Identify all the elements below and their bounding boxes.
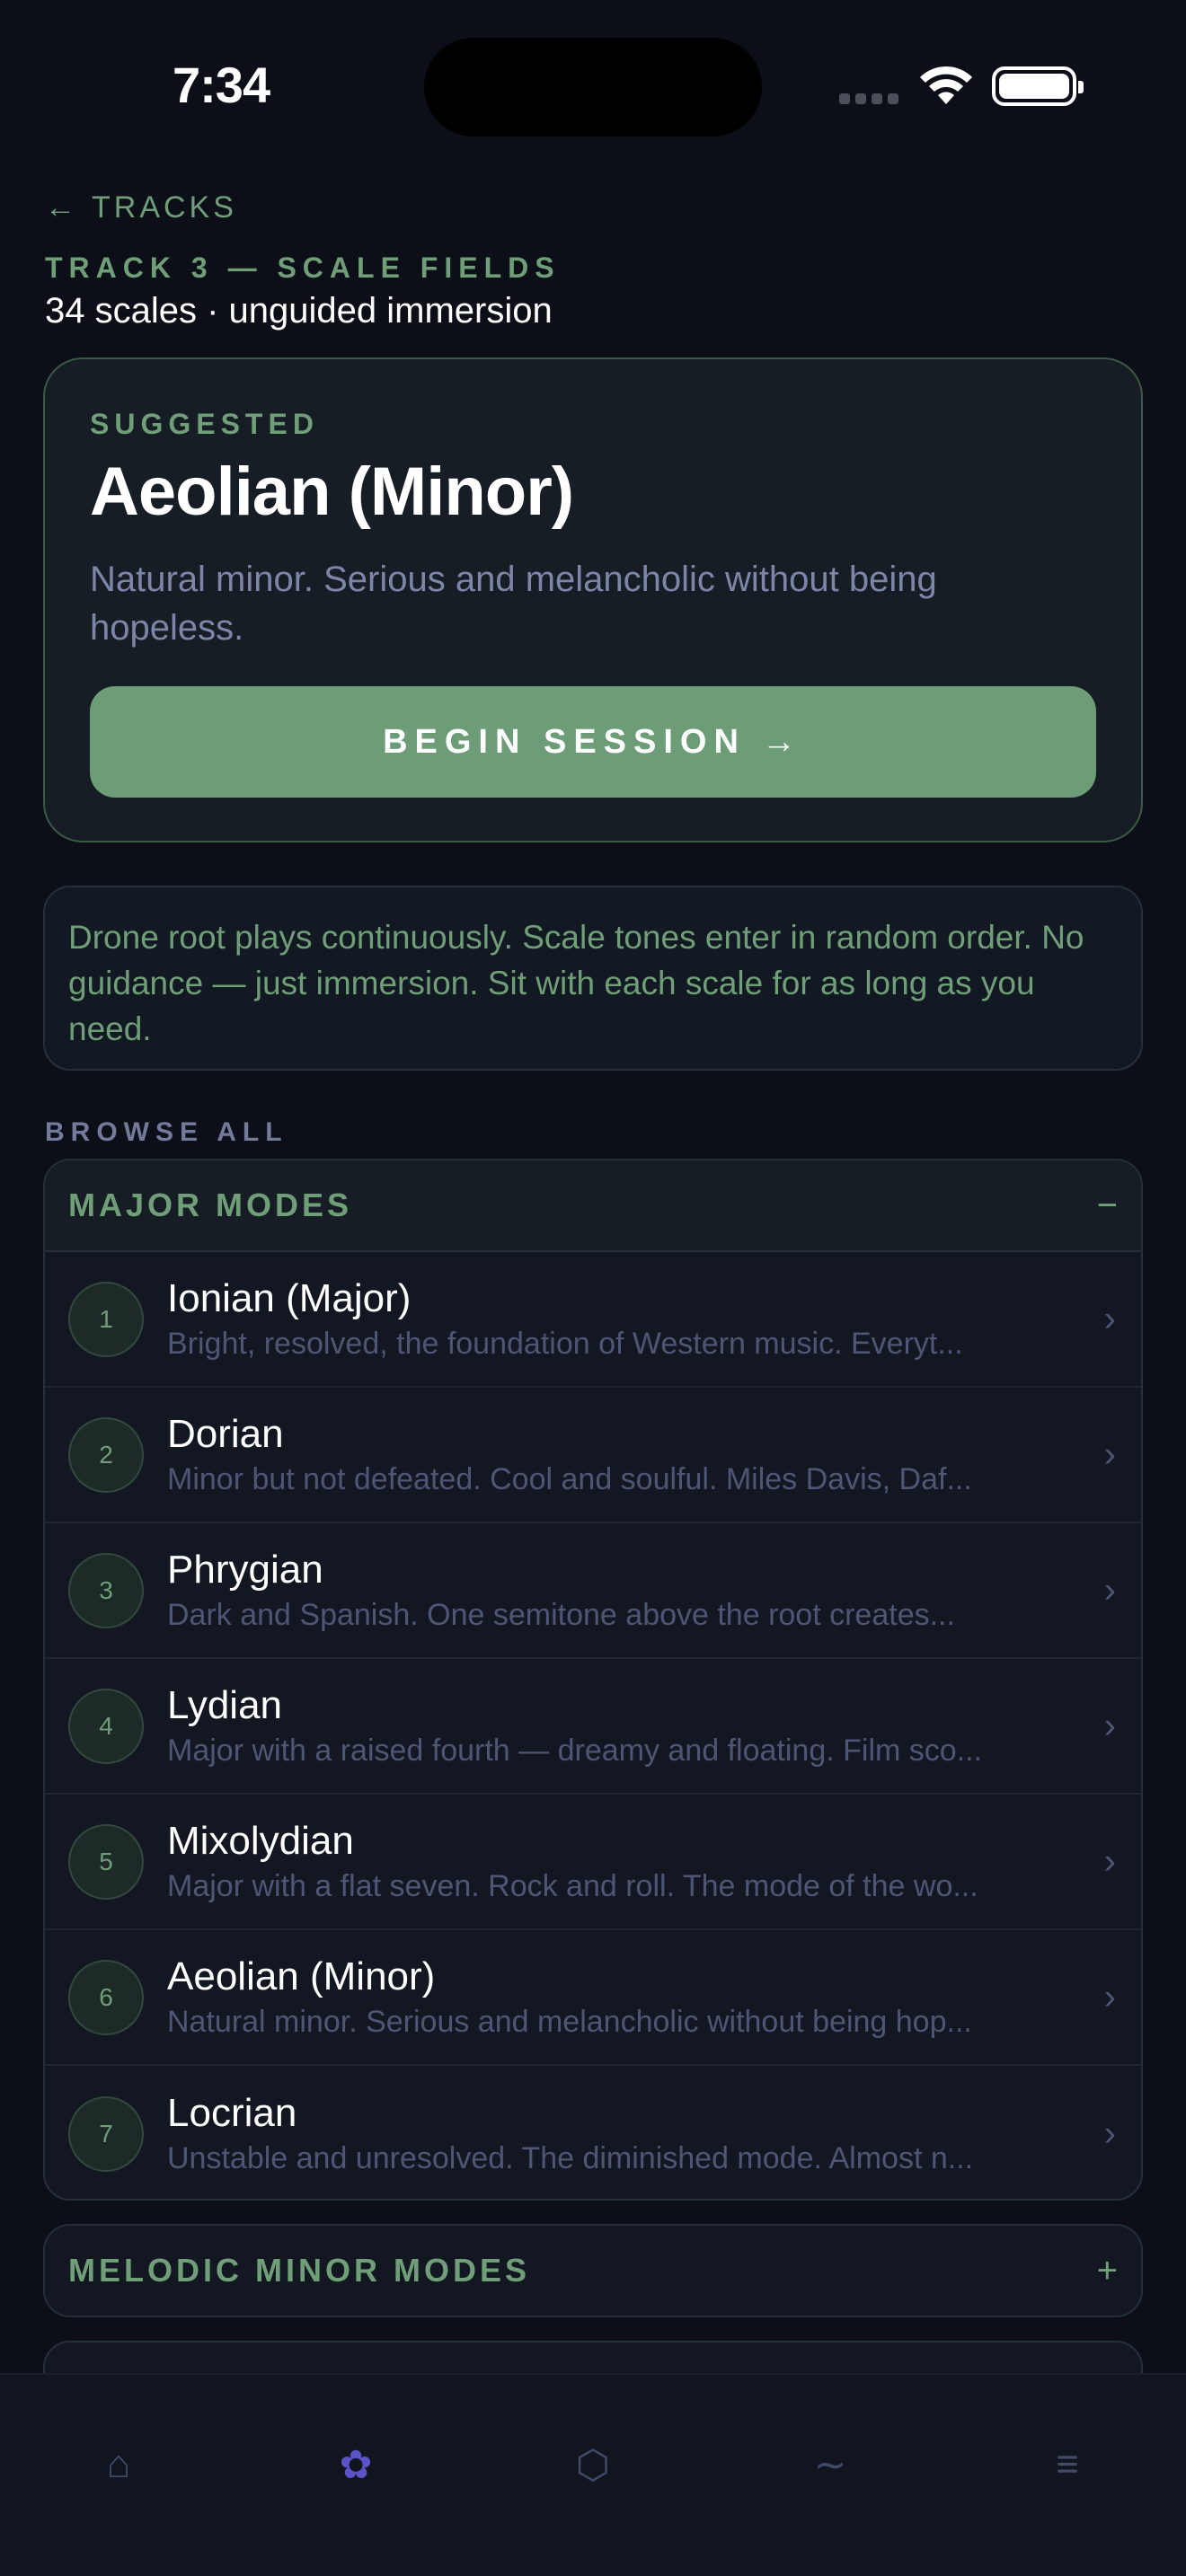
chevron-right-icon: › <box>1103 1706 1116 1745</box>
scale-row[interactable]: 6 Aeolian (Minor) Natural minor. Serious… <box>45 1930 1141 2066</box>
scale-number: 5 <box>68 1823 144 1900</box>
scale-name: Locrian <box>167 2090 297 2135</box>
scale-name: Aeolian (Minor) <box>167 1954 436 1998</box>
scale-description: Bright, resolved, the foundation of West… <box>167 1326 963 1361</box>
info-box: Drone root plays continuously. Scale ton… <box>43 886 1143 1071</box>
scale-description: Minor but not defeated. Cool and soulful… <box>167 1461 972 1496</box>
status-time: 7:34 <box>173 57 270 113</box>
group-header-melodic-minor[interactable]: MELODIC MINOR MODES + <box>45 2226 1141 2316</box>
scale-row[interactable]: 7 Locrian Unstable and unresolved. The d… <box>45 2066 1141 2199</box>
scale-name: Ionian (Major) <box>167 1275 412 1320</box>
back-to-tracks-link[interactable]: ← TRACKS <box>45 190 237 225</box>
battery-icon <box>992 66 1084 106</box>
scale-number: 7 <box>68 2095 144 2172</box>
chevron-right-icon: › <box>1103 1299 1116 1338</box>
scale-number: 6 <box>68 1959 144 2035</box>
scale-description: Major with a raised fourth — dreamy and … <box>167 1733 983 1768</box>
scale-text: Dorian Minor but not defeated. Cool and … <box>167 1410 1066 1500</box>
suggested-card: SUGGESTED Aeolian (Minor) Natural minor.… <box>43 357 1143 842</box>
wifi-icon <box>920 66 972 104</box>
scale-text: Mixolydian Major with a flat seven. Rock… <box>167 1817 1066 1907</box>
scale-row[interactable]: 2 Dorian Minor but not defeated. Cool an… <box>45 1388 1141 1523</box>
suggested-scale-description: Natural minor. Serious and melancholic w… <box>90 560 937 648</box>
scale-text: Locrian Unstable and unresolved. The dim… <box>167 2089 1066 2179</box>
chevron-right-icon: › <box>1103 1841 1116 1881</box>
group-title: MELODIC MINOR MODES <box>68 2252 530 2289</box>
suggested-label: SUGGESTED <box>90 408 319 440</box>
scale-description: Dark and Spanish. One semitone above the… <box>167 1597 955 1632</box>
begin-session-label: BEGIN SESSION <box>383 722 746 761</box>
cellular-signal-icon <box>839 93 898 104</box>
chevron-right-icon: › <box>1103 1434 1116 1474</box>
scale-description: Major with a flat seven. Rock and roll. … <box>167 1868 978 1903</box>
scale-name: Mixolydian <box>167 1818 354 1863</box>
scale-number: 4 <box>68 1688 144 1764</box>
group-title: MAJOR MODES <box>68 1187 353 1223</box>
chevron-right-icon: › <box>1103 1570 1116 1610</box>
begin-session-button[interactable]: BEGIN SESSION → <box>90 686 1096 798</box>
wave-tab-icon[interactable]: ∼ <box>794 2429 866 2501</box>
expand-icon[interactable]: + <box>1097 2251 1118 2291</box>
scale-text: Phrygian Dark and Spanish. One semitone … <box>167 1546 1066 1636</box>
back-arrow-icon: ← <box>45 190 79 225</box>
scale-row[interactable]: 3 Phrygian Dark and Spanish. One semiton… <box>45 1523 1141 1659</box>
scale-number: 1 <box>68 1281 144 1357</box>
hexagon-tab-icon[interactable]: ⬡ <box>557 2429 629 2501</box>
chevron-right-icon: › <box>1103 1977 1116 2016</box>
back-label: TRACKS <box>92 190 237 225</box>
dynamic-island <box>424 38 762 137</box>
chevron-right-icon: › <box>1103 2113 1116 2153</box>
group-header-major-modes[interactable]: MAJOR MODES − <box>45 1160 1141 1252</box>
group-major-modes: MAJOR MODES − 1 Ionian (Major) Bright, r… <box>43 1159 1143 2201</box>
scale-number: 3 <box>68 1552 144 1628</box>
scale-text: Lydian Major with a raised fourth — drea… <box>167 1681 1066 1771</box>
browse-all-label: BROWSE ALL <box>45 1117 288 1147</box>
arrow-right-icon: → <box>761 722 803 761</box>
scale-name: Lydian <box>167 1682 283 1727</box>
group-melodic-minor-modes[interactable]: MELODIC MINOR MODES + <box>43 2224 1143 2317</box>
scale-text: Aeolian (Minor) Natural minor. Serious a… <box>167 1953 1066 2042</box>
scale-name: Phrygian <box>167 1547 323 1592</box>
scale-name: Dorian <box>167 1411 284 1456</box>
tab-bar: ⌂ ✿ ⬡ ∼ ≡ <box>0 2373 1186 2576</box>
collapse-icon[interactable]: − <box>1097 1186 1118 1226</box>
menu-tab-icon[interactable]: ≡ <box>1031 2429 1103 2501</box>
suggested-scale-name: Aeolian (Minor) <box>90 454 574 530</box>
track-subtitle: 34 scales · unguided immersion <box>45 291 553 331</box>
scale-number: 2 <box>68 1416 144 1493</box>
scale-description: Natural minor. Serious and melancholic w… <box>167 2004 972 2039</box>
home-tab-icon[interactable]: ⌂ <box>83 2429 155 2501</box>
scale-description: Unstable and unresolved. The diminished … <box>167 2140 974 2175</box>
scale-text: Ionian (Major) Bright, resolved, the fou… <box>167 1275 1066 1364</box>
scale-row[interactable]: 1 Ionian (Major) Bright, resolved, the f… <box>45 1252 1141 1388</box>
track-title: TRACK 3 — SCALE FIELDS <box>45 251 561 284</box>
flower-tab-icon[interactable]: ✿ <box>320 2429 392 2501</box>
scale-row[interactable]: 5 Mixolydian Major with a flat seven. Ro… <box>45 1795 1141 1930</box>
scale-row[interactable]: 4 Lydian Major with a raised fourth — dr… <box>45 1659 1141 1795</box>
